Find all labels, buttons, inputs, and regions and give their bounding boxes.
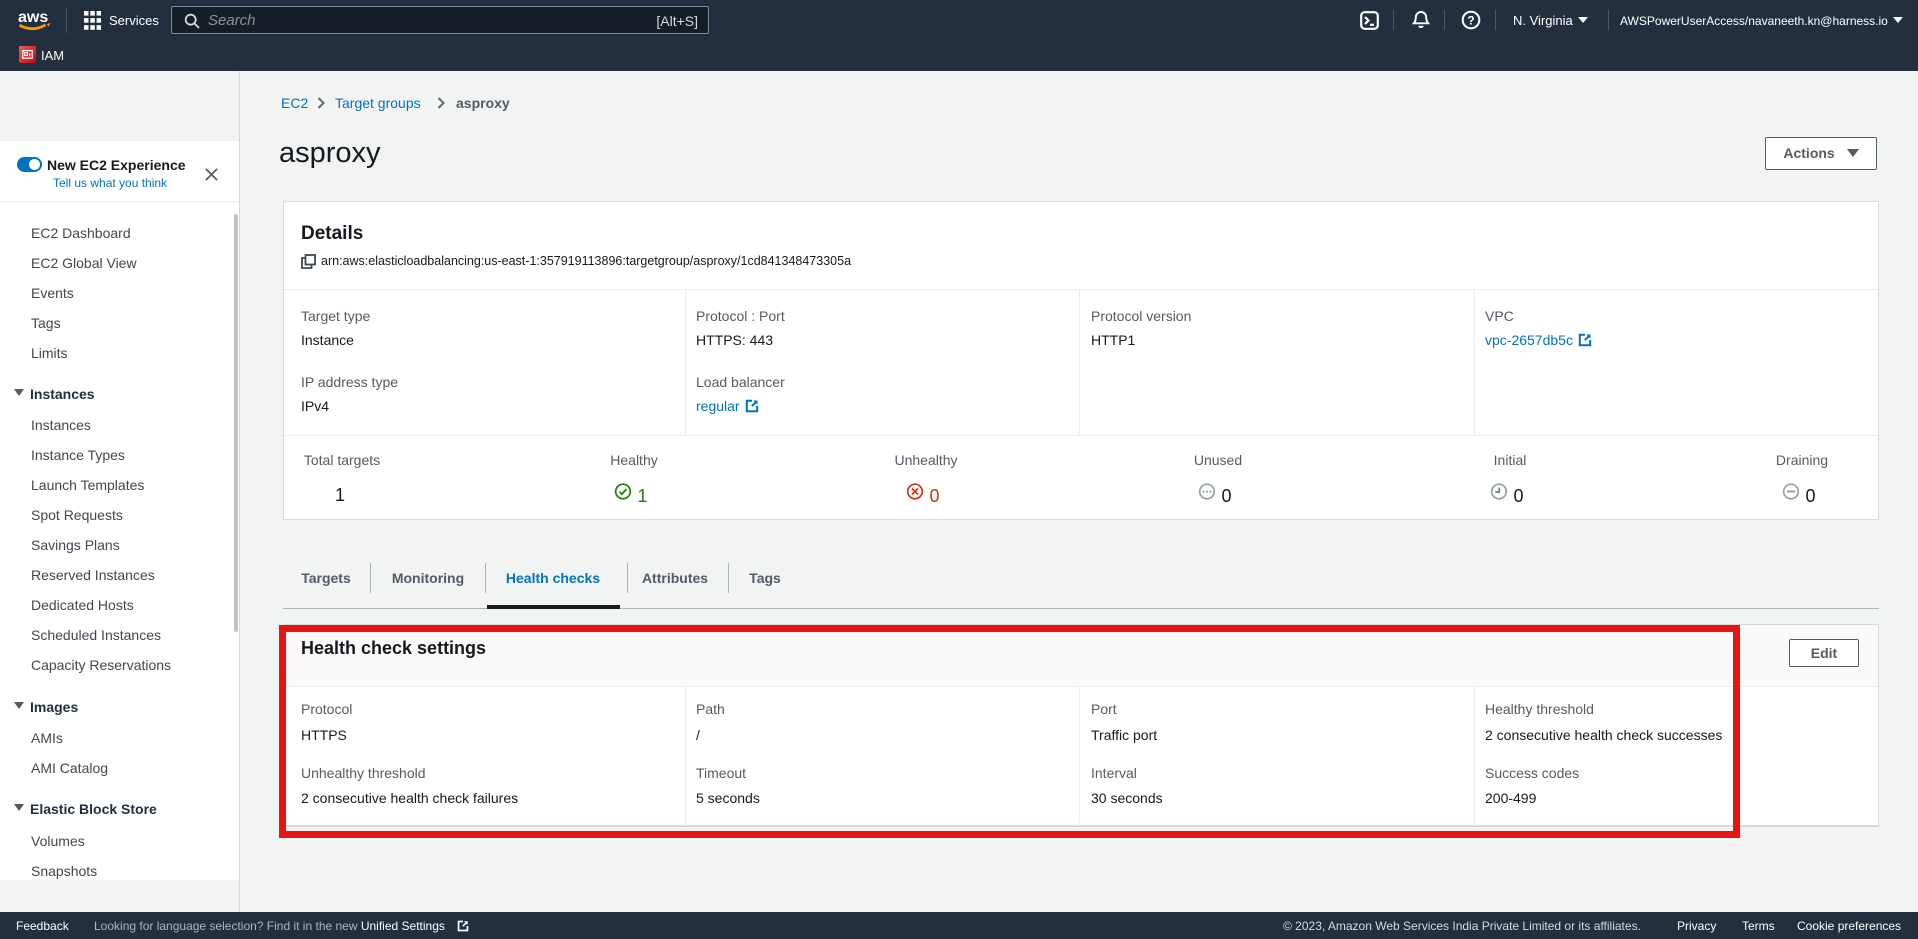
svg-text:aws: aws	[18, 9, 48, 26]
svg-text:?: ?	[1467, 14, 1474, 28]
